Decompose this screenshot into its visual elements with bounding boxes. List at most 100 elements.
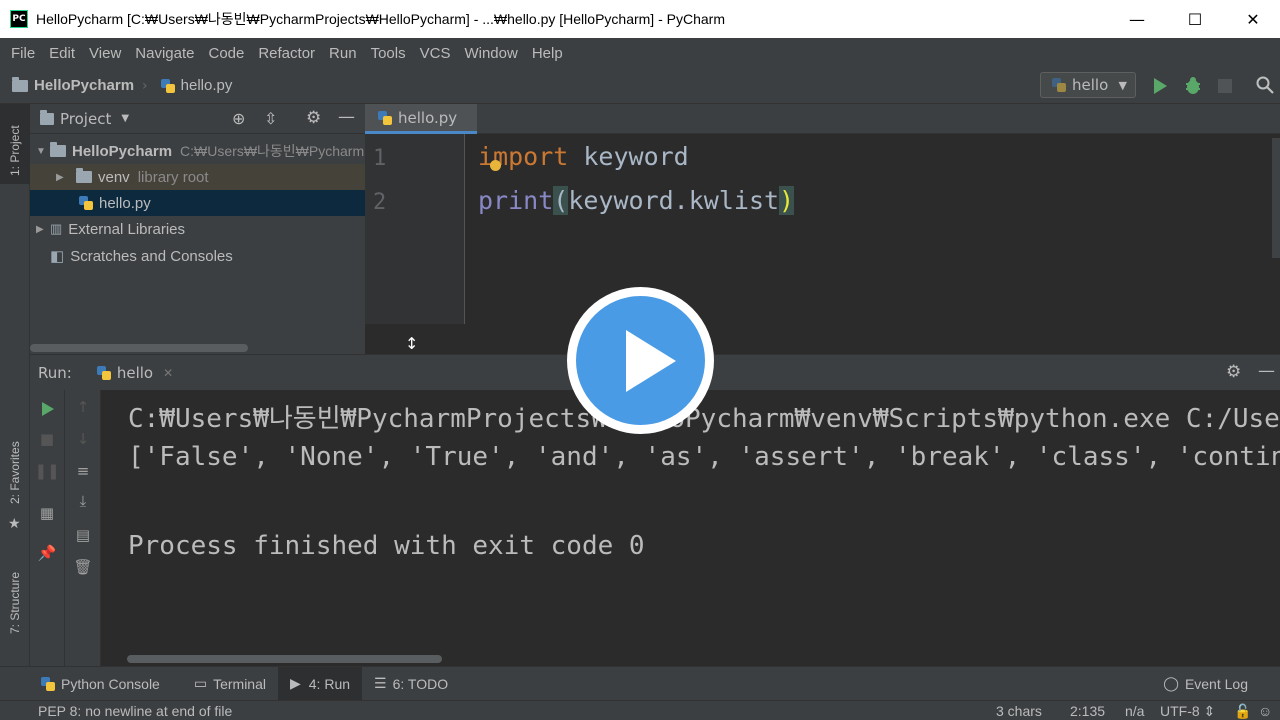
navigation-bar: HelloPycharm › hello.py hello ▼: [0, 68, 1280, 104]
minimize-button[interactable]: —: [1108, 0, 1166, 38]
project-panel: Project ▼ ⊕ ⇳ ⚙ — ▼ HelloPycharm C:₩User…: [30, 104, 365, 354]
event-log-tab[interactable]: ◯ Event Log: [1151, 667, 1260, 701]
project-horizontal-scrollbar[interactable]: [30, 344, 248, 352]
breadcrumb-project[interactable]: HelloPycharm: [12, 76, 135, 94]
collapse-all-icon[interactable]: ⇳: [264, 109, 277, 128]
python-file-icon: [78, 195, 94, 211]
menu-refactor[interactable]: Refactor: [251, 45, 322, 62]
stop-icon[interactable]: ■: [36, 428, 58, 450]
favorites-tool-tab[interactable]: 2: Favorites: [8, 441, 22, 504]
play-icon: [626, 330, 676, 392]
venv-label: venv: [98, 168, 130, 186]
editor-vertical-scrollbar[interactable]: [1272, 138, 1280, 258]
arrow-down-icon[interactable]: ↓: [72, 428, 94, 450]
external-libraries-label: External Libraries: [68, 220, 186, 238]
project-view-icon: [40, 109, 54, 125]
inspector-icon[interactable]: ☺: [1258, 703, 1272, 719]
close-button[interactable]: ✕: [1224, 0, 1280, 38]
event-log-icon: ◯: [1163, 675, 1179, 691]
module-name: keyword: [568, 142, 689, 171]
project-view-selector[interactable]: Project: [60, 110, 111, 128]
breadcrumb-file[interactable]: hello.py: [160, 77, 232, 94]
maximize-button[interactable]: ☐: [1166, 0, 1224, 38]
rerun-icon[interactable]: [36, 398, 58, 420]
run-tab-hello[interactable]: hello ✕: [96, 364, 173, 382]
chevron-down-icon[interactable]: ▼: [121, 113, 129, 124]
tree-item-venv[interactable]: ▶ venv library root: [30, 164, 365, 190]
tab-hello-py-label: hello.py: [398, 108, 458, 127]
scroll-to-end-icon[interactable]: ⤓: [72, 490, 94, 512]
video-play-button[interactable]: [567, 287, 714, 434]
line-separator[interactable]: n/a: [1125, 703, 1144, 719]
hide-icon[interactable]: —: [338, 107, 355, 127]
arrow-up-icon[interactable]: ↑: [72, 396, 94, 418]
project-root-path: C:₩Users₩나동빈₩Pycharm: [180, 143, 365, 159]
search-icon[interactable]: [1256, 76, 1274, 94]
line-number: 2: [373, 190, 387, 215]
gear-icon[interactable]: ⚙: [306, 108, 321, 128]
pause-icon[interactable]: ❚❚: [34, 460, 59, 482]
soft-wrap-icon[interactable]: ≡: [72, 460, 94, 482]
python-console-icon: [40, 676, 56, 692]
pin-icon[interactable]: 📌: [36, 542, 58, 564]
star-icon: ★: [8, 516, 21, 532]
print-icon[interactable]: ▤: [72, 524, 94, 546]
layout-icon[interactable]: ▦: [36, 502, 58, 524]
gear-icon[interactable]: ⚙: [1226, 362, 1241, 382]
chevron-down-icon: ▼: [1118, 78, 1127, 92]
run-config-label: hello: [1072, 76, 1109, 94]
close-tab-icon[interactable]: ✕: [163, 366, 173, 380]
tree-item-scratches[interactable]: ◧ Scratches and Consoles: [30, 243, 365, 269]
locate-icon[interactable]: ⊕: [232, 109, 245, 128]
intention-bulb-icon[interactable]: [490, 160, 501, 171]
stop-icon[interactable]: [1218, 79, 1232, 93]
tree-item-hello-py[interactable]: hello.py: [30, 190, 365, 216]
run-tab-label: 4: Run: [308, 675, 351, 692]
run-tab-label: hello: [116, 363, 154, 382]
run-console[interactable]: C:₩Users₩나동빈₩PycharmProjects₩HelloPychar…: [101, 390, 1280, 666]
line-number: 1: [373, 146, 387, 171]
run-tab[interactable]: ▶ 4: Run: [277, 666, 363, 701]
event-log-label: Event Log: [1184, 675, 1248, 692]
open-paren: (: [553, 186, 569, 215]
editor-bottom-area: ↕: [365, 324, 1280, 354]
python-file-icon: [96, 365, 112, 381]
menu-tools[interactable]: Tools: [364, 45, 413, 62]
run-icon[interactable]: [1152, 77, 1168, 95]
python-console-tab[interactable]: Python Console: [28, 667, 172, 701]
lock-icon[interactable]: 🔓: [1234, 703, 1251, 720]
title-bar: PC HelloPycharm [C:₩Users₩나동빈₩PycharmPro…: [0, 0, 1280, 38]
menu-file[interactable]: File: [4, 45, 42, 62]
folder-icon: [76, 168, 92, 183]
run-config-dropdown[interactable]: hello ▼: [1040, 72, 1136, 98]
tab-hello-py[interactable]: hello.py: [365, 104, 477, 134]
structure-tool-tab[interactable]: 7: Structure: [8, 572, 22, 634]
todo-tab[interactable]: ☰ 6: TODO: [362, 667, 460, 701]
tree-item-external-libraries[interactable]: ▶ ▥ External Libraries: [30, 216, 365, 242]
menu-window[interactable]: Window: [457, 45, 524, 62]
breadcrumb-project-label: HelloPycharm: [34, 77, 135, 94]
project-tool-tab[interactable]: 1: Project: [0, 104, 30, 184]
hide-icon[interactable]: —: [1258, 361, 1275, 381]
trash-icon[interactable]: 🗑: [72, 556, 94, 578]
code-line-1[interactable]: import keyword: [478, 142, 689, 171]
python-file-icon: [160, 78, 176, 94]
menu-run[interactable]: Run: [322, 45, 364, 62]
menu-help[interactable]: Help: [525, 45, 570, 62]
menu-navigate[interactable]: Navigate: [128, 45, 201, 62]
status-bar: PEP 8: no newline at end of file 3 chars…: [0, 700, 1280, 720]
run-toolbar-primary: ■ ❚❚ ▦ 📌: [30, 390, 65, 666]
tree-item-project-root[interactable]: ▼ HelloPycharm C:₩Users₩나동빈₩Pycharm: [30, 138, 365, 164]
menu-vcs[interactable]: VCS: [413, 45, 458, 62]
menu-view[interactable]: View: [82, 45, 128, 62]
argument-expression: keyword.kwlist: [568, 186, 780, 215]
menu-edit[interactable]: Edit: [42, 45, 82, 62]
cursor-position[interactable]: 2:135: [1070, 703, 1105, 719]
file-encoding[interactable]: UTF-8 ⇕: [1160, 703, 1215, 720]
left-tool-strip: 1: Project ★ 2: Favorites 7: Structure: [0, 104, 30, 666]
code-line-2[interactable]: print(keyword.kwlist): [478, 186, 795, 215]
debug-icon[interactable]: [1183, 76, 1203, 96]
console-horizontal-scrollbar[interactable]: [127, 655, 442, 663]
menu-code[interactable]: Code: [201, 45, 251, 62]
terminal-tab[interactable]: ▭ Terminal: [182, 667, 278, 701]
